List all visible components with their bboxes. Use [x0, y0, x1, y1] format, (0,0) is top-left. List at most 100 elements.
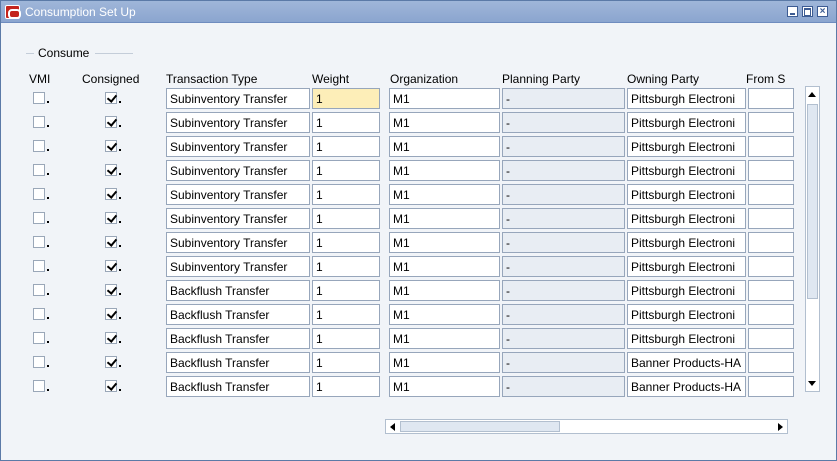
consigned-checkbox[interactable]	[105, 236, 117, 248]
consigned-checkbox[interactable]	[105, 260, 117, 272]
vmi-checkbox[interactable]	[33, 308, 45, 320]
weight-field[interactable]: 1	[312, 112, 380, 133]
weight-field[interactable]: 1	[312, 376, 380, 397]
planning-party-field[interactable]: -	[502, 376, 625, 397]
weight-field[interactable]: 1	[312, 280, 380, 301]
maximize-icon[interactable]	[802, 6, 813, 17]
transaction-type-field[interactable]: Backflush Transfer	[166, 328, 310, 349]
organization-field[interactable]: M1	[389, 376, 500, 397]
from-subinventory-field[interactable]	[748, 208, 794, 229]
transaction-type-field[interactable]: Subinventory Transfer	[166, 256, 310, 277]
weight-field[interactable]: 1	[312, 232, 380, 253]
owning-party-field[interactable]: Pittsburgh Electroni	[627, 112, 746, 133]
planning-party-field[interactable]: -	[502, 136, 625, 157]
scroll-right-icon[interactable]	[778, 423, 783, 431]
consigned-checkbox[interactable]	[105, 308, 117, 320]
vertical-scrollbar[interactable]	[805, 86, 820, 392]
owning-party-field[interactable]: Banner Products-HA	[627, 352, 746, 373]
vertical-scroll-thumb[interactable]	[807, 104, 818, 299]
vmi-checkbox[interactable]	[33, 236, 45, 248]
planning-party-field[interactable]: -	[502, 112, 625, 133]
owning-party-field[interactable]: Banner Products-HA	[627, 376, 746, 397]
consigned-checkbox[interactable]	[105, 284, 117, 296]
scroll-up-icon[interactable]	[808, 92, 816, 97]
from-subinventory-field[interactable]	[748, 328, 794, 349]
organization-field[interactable]: M1	[389, 160, 500, 181]
consigned-checkbox[interactable]	[105, 92, 117, 104]
transaction-type-field[interactable]: Subinventory Transfer	[166, 232, 310, 253]
vmi-checkbox[interactable]	[33, 92, 45, 104]
consigned-checkbox[interactable]	[105, 380, 117, 392]
owning-party-field[interactable]: Pittsburgh Electroni	[627, 160, 746, 181]
consigned-checkbox[interactable]	[105, 188, 117, 200]
weight-field[interactable]: 1	[312, 208, 380, 229]
vmi-checkbox[interactable]	[33, 164, 45, 176]
planning-party-field[interactable]: -	[502, 328, 625, 349]
consigned-checkbox[interactable]	[105, 212, 117, 224]
from-subinventory-field[interactable]	[748, 232, 794, 253]
owning-party-field[interactable]: Pittsburgh Electroni	[627, 208, 746, 229]
vmi-checkbox[interactable]	[33, 356, 45, 368]
vmi-checkbox[interactable]	[33, 284, 45, 296]
owning-party-field[interactable]: Pittsburgh Electroni	[627, 256, 746, 277]
planning-party-field[interactable]: -	[502, 352, 625, 373]
organization-field[interactable]: M1	[389, 352, 500, 373]
from-subinventory-field[interactable]	[748, 112, 794, 133]
vmi-checkbox[interactable]	[33, 380, 45, 392]
from-subinventory-field[interactable]	[748, 160, 794, 181]
transaction-type-field[interactable]: Backflush Transfer	[166, 376, 310, 397]
from-subinventory-field[interactable]	[748, 136, 794, 157]
planning-party-field[interactable]: -	[502, 184, 625, 205]
from-subinventory-field[interactable]	[748, 88, 794, 109]
transaction-type-field[interactable]: Backflush Transfer	[166, 280, 310, 301]
title-bar[interactable]: Consumption Set Up ×	[1, 1, 836, 23]
vmi-checkbox[interactable]	[33, 212, 45, 224]
weight-field[interactable]: 1	[312, 304, 380, 325]
close-icon[interactable]: ×	[817, 6, 828, 17]
transaction-type-field[interactable]: Subinventory Transfer	[166, 88, 310, 109]
consigned-checkbox[interactable]	[105, 116, 117, 128]
planning-party-field[interactable]: -	[502, 208, 625, 229]
weight-field[interactable]: 1	[312, 352, 380, 373]
vmi-checkbox[interactable]	[33, 140, 45, 152]
vmi-checkbox[interactable]	[33, 260, 45, 272]
organization-field[interactable]: M1	[389, 136, 500, 157]
organization-field[interactable]: M1	[389, 256, 500, 277]
transaction-type-field[interactable]: Subinventory Transfer	[166, 112, 310, 133]
planning-party-field[interactable]: -	[502, 256, 625, 277]
owning-party-field[interactable]: Pittsburgh Electroni	[627, 280, 746, 301]
from-subinventory-field[interactable]	[748, 352, 794, 373]
from-subinventory-field[interactable]	[748, 184, 794, 205]
transaction-type-field[interactable]: Subinventory Transfer	[166, 184, 310, 205]
transaction-type-field[interactable]: Backflush Transfer	[166, 352, 310, 373]
consigned-checkbox[interactable]	[105, 164, 117, 176]
planning-party-field[interactable]: -	[502, 304, 625, 325]
planning-party-field[interactable]: -	[502, 232, 625, 253]
planning-party-field[interactable]: -	[502, 160, 625, 181]
from-subinventory-field[interactable]	[748, 304, 794, 325]
planning-party-field[interactable]: -	[502, 88, 625, 109]
horizontal-scrollbar[interactable]	[385, 419, 788, 434]
from-subinventory-field[interactable]	[748, 256, 794, 277]
vmi-checkbox[interactable]	[33, 188, 45, 200]
planning-party-field[interactable]: -	[502, 280, 625, 301]
weight-field[interactable]: 1	[312, 256, 380, 277]
organization-field[interactable]: M1	[389, 304, 500, 325]
organization-field[interactable]: M1	[389, 280, 500, 301]
vmi-checkbox[interactable]	[33, 116, 45, 128]
from-subinventory-field[interactable]	[748, 280, 794, 301]
consigned-checkbox[interactable]	[105, 140, 117, 152]
minimize-icon[interactable]	[787, 6, 798, 17]
weight-field[interactable]: 1	[312, 160, 380, 181]
scroll-down-icon[interactable]	[808, 381, 816, 386]
owning-party-field[interactable]: Pittsburgh Electroni	[627, 88, 746, 109]
organization-field[interactable]: M1	[389, 328, 500, 349]
vmi-checkbox[interactable]	[33, 332, 45, 344]
organization-field[interactable]: M1	[389, 112, 500, 133]
weight-field[interactable]: 1	[312, 184, 380, 205]
consigned-checkbox[interactable]	[105, 356, 117, 368]
owning-party-field[interactable]: Pittsburgh Electroni	[627, 328, 746, 349]
scroll-left-icon[interactable]	[390, 423, 395, 431]
transaction-type-field[interactable]: Subinventory Transfer	[166, 160, 310, 181]
horizontal-scroll-thumb[interactable]	[400, 421, 560, 432]
